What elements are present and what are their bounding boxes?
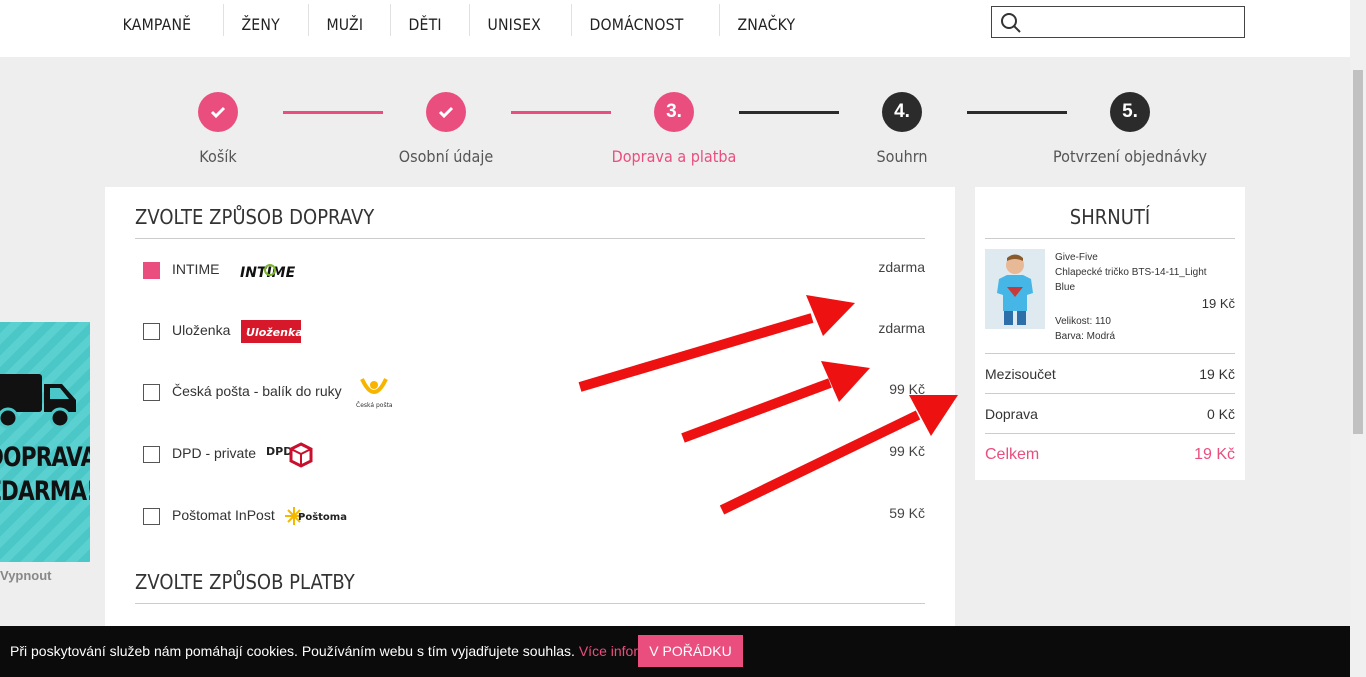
divider	[985, 238, 1235, 239]
step-label: Doprava a platba	[611, 147, 737, 166]
step-label: Košík	[199, 147, 237, 166]
shipping-price: 99 Kč	[889, 443, 925, 459]
shipping-option-name: DPD - private	[172, 445, 257, 461]
cookie-accept-button[interactable]: V POŘÁDKU	[638, 635, 743, 667]
shipping-option-name: INTIME	[172, 261, 220, 277]
nav-item-zeny[interactable]: ŽENY	[223, 4, 297, 36]
shipping-option-inpost[interactable]: Poštomat InPost Poštomat 59 Kč	[143, 502, 925, 532]
shipping-checkbox[interactable]	[143, 262, 160, 279]
step-label: Souhrn	[876, 147, 928, 166]
ulozenka-logo: Uloženka	[241, 320, 303, 343]
divider	[985, 433, 1235, 434]
order-summary: SHRNUTÍ Give-Five Chlapecké tričko BTS-1…	[975, 187, 1245, 480]
nav-item-deti[interactable]: DĚTI	[390, 4, 459, 36]
step-label: Osobní údaje	[398, 147, 494, 166]
free-shipping-banner[interactable]: DOPRAVA ZDARMA!	[0, 322, 90, 562]
ulozenka-logo-text: Uloženka	[246, 326, 303, 339]
summary-title: SHRNUTÍ	[1069, 205, 1151, 229]
intime-logo: INTIME	[240, 264, 296, 281]
ceska-posta-logo: Česká pošta	[356, 378, 393, 409]
shipping-price: zdarma	[878, 259, 925, 275]
shipping-cost-label: Doprava	[985, 406, 1038, 422]
step-number: 4.	[882, 92, 922, 132]
step-connector-1	[283, 111, 383, 114]
shipping-cost-value: 0 Kč	[1206, 406, 1235, 422]
nav-item-kampane[interactable]: KAMPANĚ	[105, 4, 209, 36]
intime-logo-text: INTIME	[240, 265, 296, 281]
shipping-checkbox[interactable]	[143, 384, 160, 401]
inpost-logo-text: Poštomat	[298, 511, 347, 523]
shipping-price: 59 Kč	[889, 505, 925, 521]
total-label: Celkem	[985, 446, 1040, 463]
product-color: Barva: Modrá	[1055, 331, 1116, 342]
divider	[135, 238, 925, 239]
shipping-option-name: Uloženka	[172, 322, 231, 338]
step-connector-4	[967, 111, 1067, 114]
step-label: Potvrzení objednávky	[1053, 147, 1207, 166]
shipping-option-name: Česká pošta - balík do ruky	[172, 383, 342, 399]
cookie-message: Při poskytování služeb nám pomáhají cook…	[10, 643, 672, 659]
shipping-cost-row: Doprava 0 Kč	[985, 406, 1235, 422]
search-box[interactable]	[991, 6, 1245, 38]
shipping-title: ZVOLTE ZPŮSOB DOPRAVY	[135, 205, 375, 229]
product-brand: Give-Five	[1055, 252, 1098, 263]
total-value: 19 Kč	[1194, 446, 1235, 463]
shipping-option-intime[interactable]: INTIME INTIME zdarma	[143, 256, 925, 286]
dpd-logo: DPD	[266, 442, 313, 468]
check-icon	[426, 92, 466, 132]
divider	[135, 603, 925, 604]
truck-icon	[0, 374, 76, 429]
cookie-text: Při poskytování služeb nám pomáhají cook…	[10, 643, 575, 659]
subtotal-label: Mezisoučet	[985, 366, 1056, 382]
step-connector-3	[739, 111, 839, 114]
banner-line-2: ZDARMA!	[0, 476, 90, 507]
shipping-option-ulozenka[interactable]: Uloženka Uloženka zdarma	[143, 317, 925, 347]
banner-close-link[interactable]: Vypnout	[0, 568, 52, 583]
subtotal-value: 19 Kč	[1199, 366, 1235, 382]
shipping-option-name: Poštomat InPost	[172, 507, 275, 523]
cookie-bar: Při poskytování služeb nám pomáhají cook…	[0, 626, 1350, 677]
main-menu: KAMPANĚ ŽENY MUŽI DĚTI UNISEX DOMÁCNOST …	[105, 0, 825, 40]
nav-item-unisex[interactable]: UNISEX	[469, 4, 559, 36]
scrollbar-thumb[interactable]	[1353, 70, 1363, 434]
shipping-checkbox[interactable]	[143, 508, 160, 525]
top-navigation: KAMPANĚ ŽENY MUŽI DĚTI UNISEX DOMÁCNOST …	[0, 0, 1350, 57]
product-size: Velikost: 110	[1055, 316, 1111, 327]
shipping-checkbox[interactable]	[143, 323, 160, 340]
product-image[interactable]	[985, 249, 1045, 329]
shipping-payment-panel: ZVOLTE ZPŮSOB DOPRAVY INTIME INTIME zdar…	[105, 187, 955, 647]
banner-line-1: DOPRAVA	[0, 442, 90, 473]
nav-item-domacnost[interactable]: DOMÁCNOST	[570, 4, 701, 36]
shipping-checkbox[interactable]	[143, 446, 160, 463]
dpd-logo-text: DPD	[266, 445, 292, 458]
nav-item-znacky[interactable]: ZNAČKY	[718, 4, 813, 36]
check-icon	[198, 92, 238, 132]
total-row: Celkem 19 Kč	[985, 446, 1235, 464]
shipping-option-ceska-posta[interactable]: Česká pošta - balík do ruky Česká pošta …	[143, 378, 925, 409]
ceska-posta-logo-text: Česká pošta	[356, 402, 393, 409]
search-icon[interactable]	[1000, 12, 1022, 34]
nav-item-muzi[interactable]: MUŽI	[307, 4, 381, 36]
subtotal-row: Mezisoučet 19 Kč	[985, 366, 1235, 382]
divider	[985, 393, 1235, 394]
shipping-price: zdarma	[878, 320, 925, 336]
search-input[interactable]	[1028, 11, 1238, 33]
step-number: 3.	[654, 92, 694, 132]
inpost-logo: Poštomat	[285, 507, 347, 525]
step-number: 5.	[1110, 92, 1150, 132]
shipping-option-dpd[interactable]: DPD - private DPD 99 Kč	[143, 440, 925, 470]
divider	[985, 353, 1235, 354]
product-name[interactable]: Chlapecké tričko BTS-14-11_Light Blue	[1055, 265, 1225, 295]
payment-title: ZVOLTE ZPŮSOB PLATBY	[135, 570, 355, 594]
shipping-price: 99 Kč	[889, 381, 925, 397]
page-scrollbar[interactable]	[1350, 0, 1366, 677]
step-connector-2	[511, 111, 611, 114]
product-price: 19 Kč	[1201, 296, 1235, 311]
